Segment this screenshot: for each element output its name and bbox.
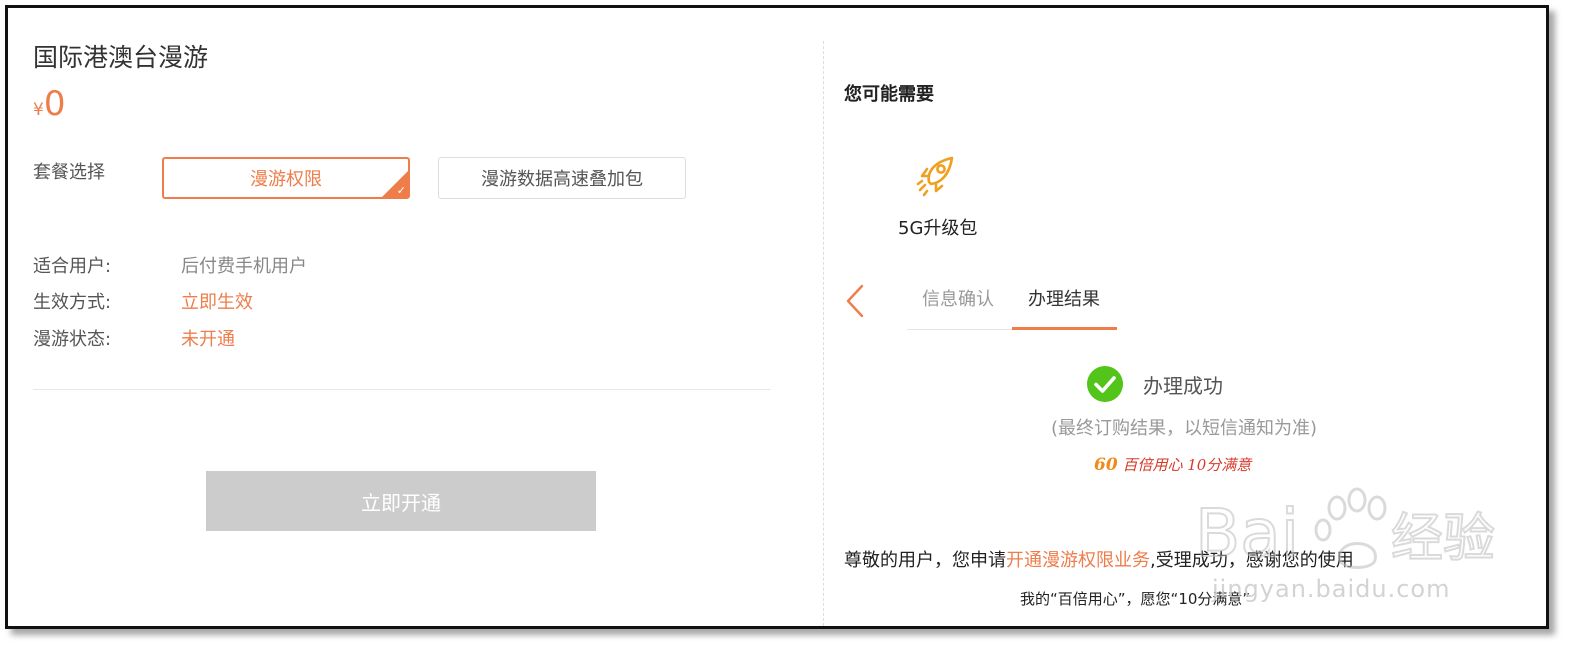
upgrade-package-label[interactable]: 5G升级包 [898, 214, 977, 240]
package-option-label: 漫游数据高速叠加包 [481, 169, 643, 190]
chevron-left-icon[interactable] [844, 283, 866, 319]
check-icon: ✓ [396, 184, 406, 197]
currency-symbol: ¥ [33, 100, 44, 120]
activate-now-button[interactable]: 立即开通 [206, 471, 596, 531]
slogan-text: 百倍用心 10分满意 [1122, 456, 1252, 474]
check-circle-icon [1087, 366, 1123, 402]
message-prefix: 尊敬的用户，您申请 [844, 550, 1006, 571]
price-value: 0 [43, 84, 66, 124]
result-note: (最终订购结果，以短信通知为准) [1050, 418, 1318, 439]
tab-active-indicator [1012, 327, 1117, 330]
info-key: 漫游状态: [33, 329, 112, 350]
result-status: 办理成功 [1143, 374, 1223, 398]
package-label: 套餐选择 [33, 162, 105, 183]
info-value: 立即生效 [181, 292, 253, 313]
result-panel: 您可能需要 5G升级包 信息确认 办理结果 办理成功 (最终订购结果，以短信通知… [824, 8, 1546, 626]
divider [33, 389, 771, 390]
tab-result[interactable]: 办理结果 [1028, 285, 1100, 311]
info-value: 未开通 [181, 329, 235, 350]
slogan-logo: 60 百倍用心 10分满意 [1094, 454, 1251, 475]
window-frame: 国际港澳台漫游 ¥0 套餐选择 漫游权限 ✓ 漫游数据高速叠加包 适合用户: 后… [5, 5, 1549, 629]
rocket-icon[interactable] [914, 152, 960, 198]
result-message-line2: 我的“百倍用心”，愿您“10分满意” [1020, 590, 1251, 608]
package-option-label: 漫游权限 [250, 169, 322, 190]
result-message: 尊敬的用户，您申请开通漫游权限业务,受理成功，感谢您的使用 [844, 546, 1354, 572]
product-panel: 国际港澳台漫游 ¥0 套餐选择 漫游权限 ✓ 漫游数据高速叠加包 适合用户: 后… [8, 8, 823, 626]
product-price: ¥0 [33, 84, 65, 124]
message-highlight: 开通漫游权限业务 [1006, 550, 1150, 571]
recommend-heading: 您可能需要 [844, 84, 934, 105]
package-option-roaming-access[interactable]: 漫游权限 ✓ [162, 157, 410, 199]
product-title: 国际港澳台漫游 [33, 43, 209, 72]
tab-info-confirm[interactable]: 信息确认 [922, 285, 994, 311]
slogan-number: 60 [1094, 455, 1118, 475]
package-option-data-addon[interactable]: 漫游数据高速叠加包 [438, 157, 686, 199]
info-value: 后付费手机用户 [181, 256, 307, 277]
info-key: 适合用户: [33, 256, 112, 277]
info-key: 生效方式: [33, 292, 112, 313]
message-suffix: ,受理成功，感谢您的使用 [1150, 550, 1354, 571]
